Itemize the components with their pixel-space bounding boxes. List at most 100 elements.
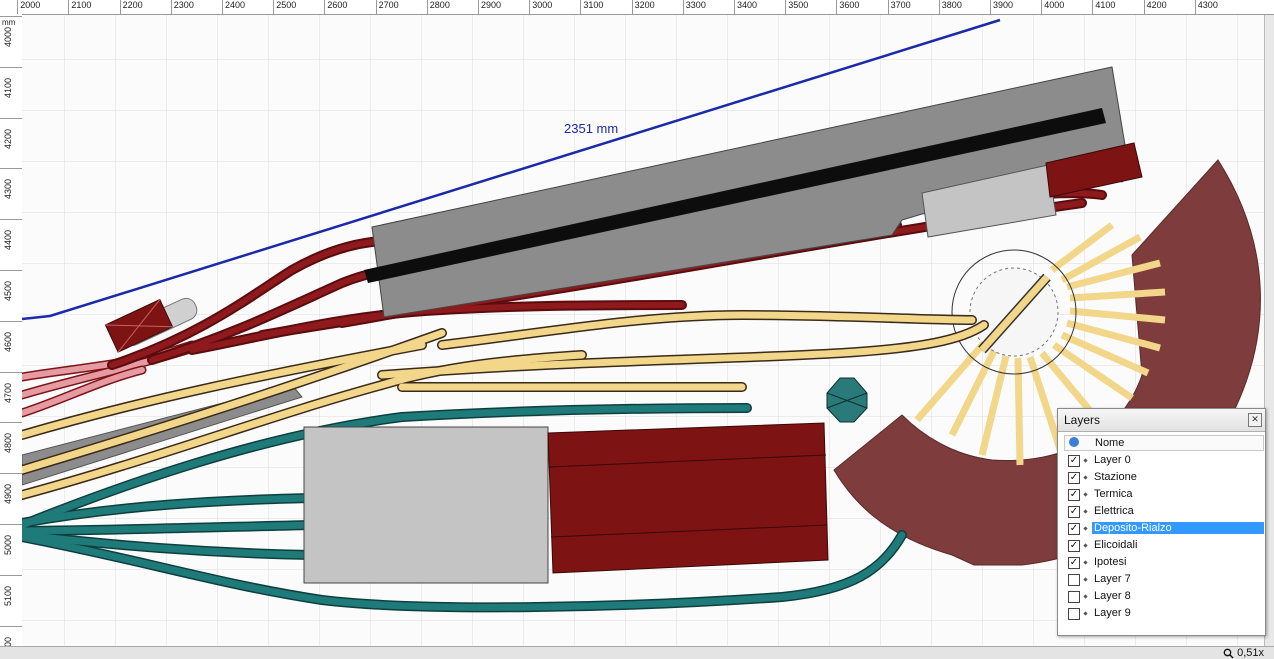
layer-bullet-icon (1083, 492, 1088, 497)
layers-panel[interactable]: Layers ✕ Nome ✓ Layer 0 ✓ Stazione ✓ Termica ✓… (1057, 408, 1266, 636)
ruler-tick-x: 2400 (222, 0, 245, 14)
ruler-tick-y: 5000 (0, 524, 22, 575)
ruler-tick-x: 2500 (273, 0, 296, 14)
ruler-tick-x: 2200 (119, 0, 143, 14)
ruler-tick-x: 3800 (938, 0, 962, 14)
layer-row[interactable]: Layer 9 (1068, 606, 1264, 622)
ruler-tick-y: 4800 (0, 422, 22, 473)
ruler-tick-x: 2000 (17, 0, 40, 14)
layer-bullet-icon (1083, 611, 1088, 616)
layer-row[interactable]: ✓ Stazione (1068, 470, 1264, 486)
ruler-tick-x: 3700 (887, 0, 911, 14)
ruler-tick-y: 5100 (0, 574, 22, 626)
ruler-tick-y: 4200 (0, 117, 22, 169)
ruler-tick-y: 4100 (0, 66, 22, 118)
ruler-tick-x: 2100 (68, 0, 91, 14)
ruler-tick-x: 3500 (785, 0, 808, 14)
layers-panel-header[interactable]: Layers ✕ (1058, 409, 1265, 432)
layer-visibility-checkbox[interactable]: ✓ (1068, 557, 1080, 569)
layer-bullet-icon (1083, 543, 1088, 548)
ruler-tick-y-label: 4100 (3, 77, 13, 98)
dimension-label: 2351 mm (564, 121, 618, 136)
horizontal-ruler: 1900200021002200230024002500260027002800… (0, 0, 1274, 15)
layer-visibility-checkbox[interactable]: ✓ (1068, 472, 1080, 484)
ruler-tick-y-label: 4600 (3, 331, 13, 352)
ruler-tick-y-label: 4700 (3, 382, 13, 403)
ruler-tick-y: 4700 (0, 371, 22, 423)
ruler-tick-x: 4100 (1092, 0, 1115, 14)
ruler-tick-x: 4200 (1143, 0, 1167, 14)
ruler-tick-x: 3200 (631, 0, 655, 14)
layer-visibility-checkbox[interactable]: ✓ (1068, 506, 1080, 518)
layer-name: Layer 7 (1094, 573, 1131, 585)
ruler-tick-y-label: 4500 (3, 280, 13, 301)
layer-row[interactable]: ✓ Termica (1068, 487, 1264, 503)
layer-row[interactable]: ✓ Elettrica (1068, 504, 1264, 520)
layer-row[interactable]: Layer 7 (1068, 572, 1264, 588)
layer-name: Deposito-Rialzo (1092, 522, 1264, 534)
layer-bullet-icon (1083, 458, 1088, 463)
ruler-tick-x: 2300 (170, 0, 194, 14)
layer-name: Elettrica (1094, 505, 1134, 517)
ruler-tick-x: 3400 (734, 0, 757, 14)
column-header-name: Nome (1095, 437, 1125, 449)
status-bar: 0,51x (0, 646, 1274, 659)
layer-name: Stazione (1094, 471, 1137, 483)
ruler-tick-x: 3300 (682, 0, 706, 14)
layer-row[interactable]: ✓ Layer 0 (1068, 453, 1264, 469)
red-depot-building[interactable] (547, 422, 829, 574)
ruler-tick-y-label: 4900 (3, 484, 13, 505)
layer-bullet-icon (1083, 577, 1088, 582)
ruler-tick-y: 4600 (0, 320, 22, 372)
ruler-tick-y-label: 4200 (3, 128, 13, 149)
layer-bullet-icon (1083, 560, 1088, 565)
layer-bullet-icon (1083, 594, 1088, 599)
zoom-indicator[interactable]: 0,51x (1223, 647, 1264, 659)
layer-row[interactable]: ✓ Deposito-Rialzo (1068, 521, 1264, 537)
layer-visibility-checkbox[interactable]: ✓ (1068, 540, 1080, 552)
light-depot-building[interactable] (303, 426, 549, 584)
vertical-ruler: 4000 4100 4200 4300 4400 4500 4600 4700 4800 4900… (0, 14, 23, 646)
ruler-tick-y-label: 4000 (3, 26, 13, 47)
ruler-tick-y-label: 4300 (3, 179, 13, 200)
layer-color-icon (1069, 437, 1079, 447)
layer-bullet-icon (1083, 509, 1088, 514)
layers-column-header[interactable]: Nome (1064, 435, 1264, 451)
ruler-tick-x: 2600 (324, 0, 347, 14)
ruler-tick-y: 5200 (0, 625, 22, 646)
layer-name: Layer 8 (1094, 590, 1131, 602)
layer-visibility-checkbox[interactable]: ✓ (1068, 489, 1080, 501)
layer-name: Elicoidali (1094, 539, 1138, 551)
ruler-unit-label: mm (2, 18, 16, 27)
close-icon[interactable]: ✕ (1248, 413, 1262, 427)
ruler-tick-x: 4300 (1194, 0, 1218, 14)
ruler-tick-x: 2700 (375, 0, 399, 14)
layer-visibility-checkbox[interactable]: ✓ (1068, 455, 1080, 467)
ruler-tick-x: 2900 (478, 0, 501, 14)
layer-visibility-checkbox[interactable] (1068, 608, 1080, 620)
magnifier-icon (1223, 648, 1234, 659)
ruler-tick-y-label: 5000 (3, 534, 13, 555)
layer-visibility-checkbox[interactable]: ✓ (1068, 523, 1080, 535)
layer-row[interactable]: ✓ Ipotesi (1068, 555, 1264, 571)
ruler-tick-x: 3100 (580, 0, 603, 14)
layer-name: Layer 0 (1094, 454, 1131, 466)
ruler-tick-x: 3600 (836, 0, 859, 14)
layer-bullet-icon (1083, 526, 1088, 531)
layer-visibility-checkbox[interactable] (1068, 591, 1080, 603)
ruler-tick-y: 4400 (0, 219, 22, 270)
layer-bullet-icon (1083, 475, 1088, 480)
ruler-tick-y-label: 5200 (3, 637, 13, 646)
ruler-tick-x: 2800 (426, 0, 450, 14)
ruler-tick-x: 3900 (990, 0, 1013, 14)
ruler-tick-y-label: 4800 (3, 433, 13, 454)
layers-panel-title: Layers (1064, 413, 1101, 427)
zoom-level: 0,51x (1237, 647, 1264, 659)
ruler-tick-y-label: 5100 (3, 585, 13, 606)
layer-name: Layer 9 (1094, 607, 1131, 619)
ruler-tick-x: 3000 (529, 0, 552, 14)
layer-row[interactable]: ✓ Elicoidali (1068, 538, 1264, 554)
layer-row[interactable]: Layer 8 (1068, 589, 1264, 605)
layer-visibility-checkbox[interactable] (1068, 574, 1080, 586)
ruler-tick-y-label: 4400 (3, 230, 13, 251)
